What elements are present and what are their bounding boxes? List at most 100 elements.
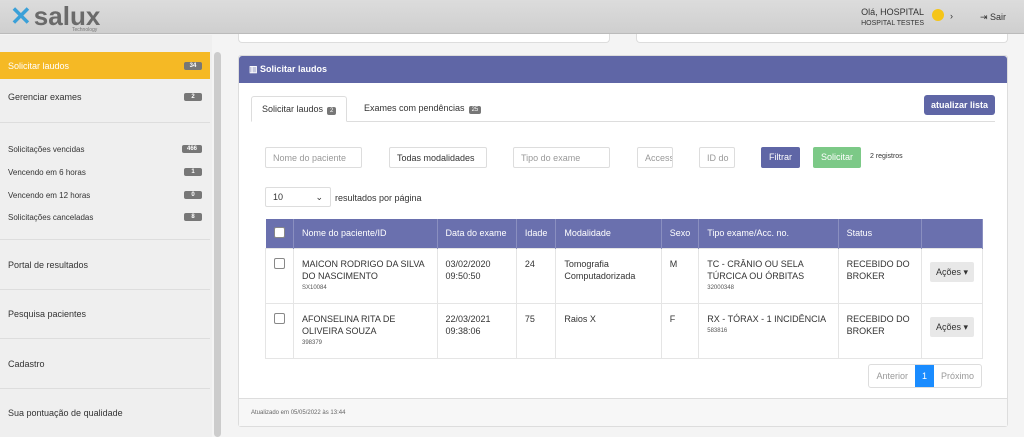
accession-input[interactable]: Accession — [637, 147, 673, 168]
label: Solicitar laudos — [8, 60, 70, 71]
exam-type-input[interactable]: Tipo do exame — [513, 147, 610, 168]
badge: 34 — [184, 61, 202, 70]
refresh-list-button[interactable]: atualizar lista — [923, 95, 995, 115]
top-header: ✕ salux Technology Olá, HOSPITAL HOSPITAL T… — [0, 0, 1024, 34]
exams-table: Nome do paciente/ID Data do exame Idade … — [265, 219, 984, 359]
sidebar-item-portal[interactable]: Portal de resultados — [0, 253, 210, 277]
logout-icon: ⇥ — [980, 12, 991, 22]
sidebar-item-cadastro[interactable]: Cadastro — [0, 352, 210, 376]
filter-button[interactable]: Filtrar — [761, 147, 800, 168]
label: Sua pontuação de qualidade — [8, 408, 123, 418]
per-page-select[interactable]: 10 ⌄ — [265, 187, 331, 207]
divider — [0, 388, 210, 389]
col-exam[interactable]: Tipo exame/Acc. no. — [698, 219, 839, 248]
col-date[interactable]: Data do exame — [437, 219, 517, 248]
age: 75 — [515, 302, 557, 359]
sex: M — [660, 247, 700, 304]
tab-solicitar-laudos[interactable]: Solicitar laudos 2 — [251, 96, 348, 122]
chevron-down-icon: ⌄ — [315, 192, 323, 202]
sidebar-item-qualidade[interactable]: Sua pontuação de qualidade — [0, 401, 210, 425]
select-all-header — [265, 219, 294, 248]
patient-id: 398379 — [302, 339, 323, 346]
logo-icon: ✕ — [10, 1, 32, 31]
actions-dropdown[interactable]: Ações ▾ — [929, 316, 974, 337]
divider — [0, 338, 210, 339]
chevron-right-icon[interactable]: › — [950, 11, 953, 21]
logout-label: Sair — [990, 12, 1007, 22]
col-actions — [921, 219, 984, 248]
tab-exames-pendencias[interactable]: Exames com pendências 25 — [354, 96, 491, 122]
col-status[interactable]: Status — [838, 219, 922, 248]
row-checkbox[interactable] — [274, 312, 285, 324]
accession: 583816 — [707, 327, 728, 334]
divider — [0, 122, 210, 123]
id-input[interactable]: ID do — [699, 147, 735, 168]
label: Solicitações vencidas — [8, 144, 85, 154]
patient-id: SX10084 — [302, 284, 327, 291]
prev-page-button[interactable]: Anterior — [869, 365, 915, 387]
per-page-value: 10 — [273, 192, 284, 202]
sidebar-item-canceladas[interactable]: Solicitações canceladas 8 — [0, 209, 210, 225]
modality-value: Todas modalidades — [397, 153, 475, 163]
row-checkbox[interactable] — [274, 257, 285, 269]
page-1-button[interactable]: 1 — [914, 365, 934, 387]
sidebar-scrollbar[interactable] — [214, 52, 221, 437]
label: Vencendo em 6 horas — [8, 167, 86, 177]
label: Pesquisa pacientes — [8, 309, 87, 319]
sidebar-item-vencidas[interactable]: Solicitações vencidas 466 — [0, 141, 210, 157]
actions-dropdown[interactable]: Ações ▾ — [929, 261, 974, 282]
age: 24 — [515, 247, 557, 304]
exam-time: 09:50:50 — [445, 270, 481, 281]
table-row: MAICON RODRIGO DA SILVA DO NASCIMENTO SX1… — [265, 247, 984, 304]
table-row: AFONSELINA RITA DE OLIVEIRA SOUZA 398379 … — [265, 302, 984, 359]
logo-text: salux — [33, 1, 101, 31]
tab-badge: 2 — [327, 107, 337, 115]
select-all-checkbox[interactable] — [273, 226, 285, 238]
tab-badge: 25 — [468, 106, 482, 114]
next-page-button[interactable]: Próximo — [934, 365, 981, 387]
badge: 1 — [184, 168, 202, 176]
tabs: Solicitar laudos 2 Exames com pendências 2… — [251, 96, 995, 122]
status: RECEBIDO DO BROKER — [837, 302, 922, 359]
modality-select[interactable]: Todas modalidades — [389, 147, 487, 168]
patient-name: AFONSELINA RITA DE OLIVEIRA SOUZA — [302, 313, 396, 336]
badge: 0 — [184, 191, 202, 199]
exam-date: 03/02/2020 — [445, 258, 491, 269]
label: Portal de resultados — [8, 260, 89, 270]
panel-title: Solicitar laudos — [260, 64, 328, 74]
badge: 8 — [184, 213, 202, 221]
sidebar-item-gerenciar-exames[interactable]: Gerenciar exames 2 — [0, 85, 210, 109]
tab-label: Solicitar laudos — [262, 104, 324, 114]
col-sex[interactable]: Sexo — [661, 219, 700, 248]
col-age[interactable]: Idade — [516, 219, 557, 248]
tab-label: Exames com pendências — [364, 103, 465, 113]
salux-logo[interactable]: ✕ salux Technology — [10, 1, 101, 33]
user-info: Olá, HOSPITAL HOSPITAL TESTES — [861, 7, 924, 29]
badge: 466 — [181, 145, 202, 153]
label: Vencendo em 12 horas — [8, 190, 91, 200]
patient-name-input[interactable]: Nome do paciente — [265, 147, 362, 168]
sidebar-item-6h[interactable]: Vencendo em 6 horas 1 — [0, 164, 210, 180]
hospital-name: HOSPITAL TESTES — [861, 20, 924, 27]
sidebar-item-pesquisa[interactable]: Pesquisa pacientes — [0, 302, 210, 326]
pagination: Anterior 1 Próximo — [868, 364, 982, 388]
exam-date: 22/03/2021 — [445, 313, 491, 324]
label: Cadastro — [8, 359, 45, 369]
col-modality[interactable]: Modalidade — [555, 219, 662, 248]
sex: F — [660, 302, 700, 359]
request-button[interactable]: Solicitar — [813, 147, 862, 168]
record-count: 2 registros — [870, 153, 903, 160]
exam-type: TC - CRÂNIO OU SELA TÚRCICA OU ÓRBITAS — [707, 258, 805, 281]
sidebar: Solicitar laudos 34 Gerenciar exames 2 Sol… — [0, 35, 212, 437]
panel-footer: Atualizado em 05/05/2022 às 13:44 — [239, 398, 1007, 426]
logout-button[interactable]: ⇥ Sair — [980, 12, 1006, 23]
sidebar-item-solicitar-laudos[interactable]: Solicitar laudos 34 — [0, 52, 210, 79]
col-name[interactable]: Nome do paciente/ID — [293, 219, 438, 248]
sidebar-item-12h[interactable]: Vencendo em 12 horas 0 — [0, 187, 210, 203]
logo-sub: Technology — [72, 27, 98, 33]
modality: Tomografia Computadorizada — [555, 247, 662, 304]
panel-header: ▥ Solicitar laudos — [239, 56, 1007, 83]
top-card — [636, 34, 1008, 43]
bell-icon[interactable] — [932, 9, 944, 21]
exam-time: 09:38:06 — [445, 325, 481, 336]
